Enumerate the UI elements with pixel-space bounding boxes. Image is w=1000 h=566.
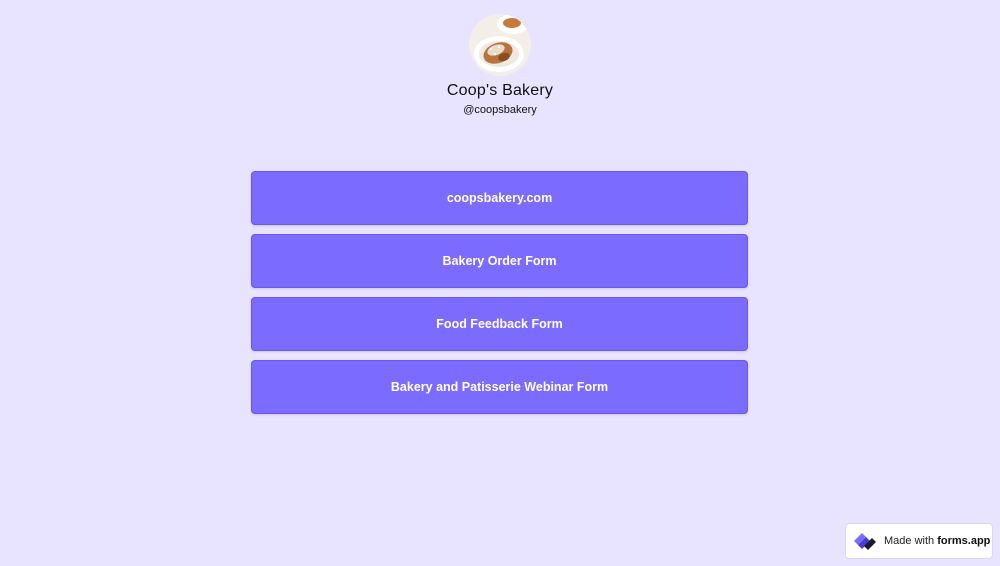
link-button-website[interactable]: coopsbakery.com [251,171,748,225]
link-in-bio-page: Coop's Bakery @coopsbakery coopsbakery.c… [0,0,1000,566]
forms-app-logo-icon [854,533,876,550]
link-button-webinar-form[interactable]: Bakery and Patisserie Webinar Form [251,360,748,414]
badge-text: Made with forms.app [884,535,990,547]
link-button-bakery-order-form[interactable]: Bakery Order Form [251,234,748,288]
profile-header: Coop's Bakery @coopsbakery [0,14,1000,117]
link-button-food-feedback-form[interactable]: Food Feedback Form [251,297,748,351]
page-title: Coop's Bakery [446,82,554,99]
profile-handle: @coopsbakery [463,104,537,116]
made-with-badge[interactable]: Made with forms.app [845,523,993,559]
badge-brand: forms.app [937,535,991,547]
badge-prefix: Made with [884,535,938,547]
avatar [469,14,531,76]
link-list: coopsbakery.com Bakery Order Form Food F… [251,171,748,414]
